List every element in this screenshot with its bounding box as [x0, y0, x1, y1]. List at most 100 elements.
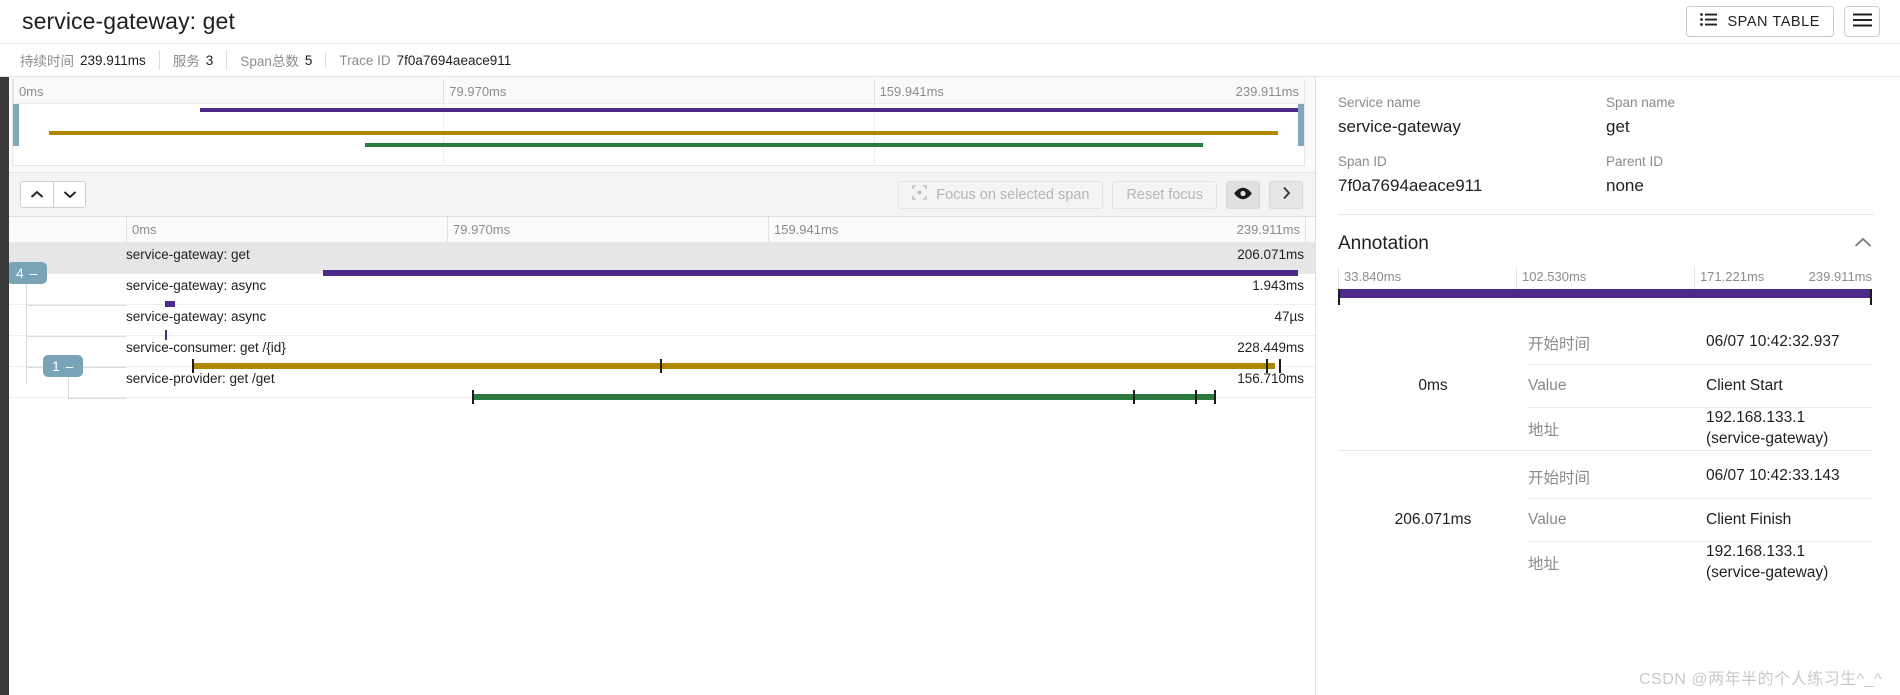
meta-services-value: 3 [205, 52, 214, 68]
span-depth-badge[interactable]: 1 – [43, 355, 84, 377]
tree-connector-horizontal [26, 336, 126, 337]
reset-focus-button[interactable]: Reset focus [1112, 180, 1217, 209]
annotation-entry-row: 地址 192.168.133.1 (service-gateway) [1528, 407, 1872, 450]
span-row[interactable]: service-gateway: async 1.943ms [0, 274, 1315, 307]
meta-total-spans: Span总数 5 [226, 50, 325, 70]
meta-services: 服务 3 [158, 50, 227, 70]
annotation-axis-tick-label: 171.221ms [1699, 269, 1765, 284]
focus-button-label: Focus on selected span [936, 186, 1090, 203]
span-name-field: Span name get [1606, 95, 1874, 137]
span-axis-tick: 239.911ms [1237, 217, 1306, 243]
span-timeline-axis: 0ms 79.970ms 159.941ms 239.911ms [0, 217, 1315, 243]
annotation-row-value: Client Finish [1706, 510, 1792, 528]
meta-trace-id-value: 7f0a7694aeace911 [396, 52, 512, 68]
annotation-row-key: Value [1528, 377, 1567, 394]
span-rows-container[interactable]: service-gateway: get 206.071ms 4 – service-… [0, 243, 1315, 695]
focus-on-selected-span-button[interactable]: Focus on selected span [898, 180, 1104, 209]
annotation-span-bar [1338, 289, 1872, 298]
span-table-button[interactable]: SPAN TABLE [1686, 6, 1834, 37]
minimap-tick-label: 0ms [19, 84, 44, 99]
annotation-axis-tick-label: 102.530ms [1521, 269, 1587, 284]
annotation-bar-end-cap [1870, 289, 1872, 305]
header-actions: SPAN TABLE [1686, 6, 1880, 37]
annotation-entry-row: Value Client Finish [1528, 498, 1872, 541]
span-row-duration: 228.449ms [1237, 340, 1304, 355]
page-header: service-gateway: get SPAN TABLE [0, 0, 1900, 44]
span-annotation-mark [1195, 390, 1198, 404]
annotation-entry-table: 开始时间 06/07 10:42:33.143 Value Client Finish… [1528, 455, 1872, 584]
toolbar-right-group: Focus on selected span Reset focus [898, 180, 1303, 209]
toggle-visibility-button[interactable] [1226, 180, 1260, 209]
minimap-canvas[interactable] [13, 104, 1304, 164]
annotation-row-value: 192.168.133.1 (service-gateway) [1706, 543, 1829, 581]
annotation-collapse-icon[interactable] [1854, 235, 1872, 253]
tree-connector-horizontal [26, 305, 126, 306]
annotation-entry-time: 0ms [1418, 376, 1448, 394]
span-row-label: service-provider: get /get [126, 371, 275, 386]
minimap-handle-left[interactable] [13, 104, 19, 146]
span-id-value: 7f0a7694aeace911 [1338, 176, 1483, 195]
annotation-entry-row: Value Client Start [1528, 364, 1872, 407]
span-row[interactable]: service-provider: get /get 156.710ms [0, 367, 1315, 404]
annotation-entry-row: 开始时间 06/07 10:42:33.143 [1528, 455, 1872, 498]
annotation-axis: 33.840ms 102.530ms 171.221ms 239.911ms [1338, 267, 1872, 289]
minimap[interactable]: 0ms 79.970ms 159.941ms 239.911ms [12, 79, 1305, 166]
span-axis-tick: 0ms [126, 217, 157, 243]
annotation-row-value: Client Start [1706, 376, 1783, 394]
span-axis-tick: 79.970ms [447, 217, 510, 243]
meta-duration-value: 239.911ms [80, 52, 146, 68]
root-span-bar [200, 108, 1304, 112]
reset-focus-label: Reset focus [1126, 186, 1203, 203]
span-annotation-mark [471, 390, 474, 404]
body-split: 0ms 79.970ms 159.941ms 239.911ms Focus o… [0, 77, 1900, 695]
annotation-axis-tick: 102.530ms [1515, 267, 1586, 289]
minimap-container[interactable]: 0ms 79.970ms 159.941ms 239.911ms [0, 77, 1315, 173]
hamburger-menu-icon [1852, 13, 1872, 30]
prev-span-button[interactable] [21, 182, 53, 207]
minimap-tick: 0ms [13, 79, 44, 104]
span-row[interactable]: service-gateway: async 47µs [0, 305, 1315, 340]
meta-duration-label: 持续时间 [20, 54, 74, 69]
span-axis-tick: 159.941ms [768, 217, 838, 243]
annotation-row-key: 开始时间 [1528, 469, 1591, 487]
annotation-row-value: 06/07 10:42:32.937 [1706, 333, 1840, 351]
minimap-handle-right[interactable] [1298, 104, 1304, 146]
parent-id-label: Parent ID [1606, 154, 1664, 169]
annotation-axis-tick: 33.840ms [1338, 267, 1401, 289]
span-row[interactable]: service-consumer: get /{id} 228.449ms 1 – [0, 336, 1315, 377]
annotation-row-value: 192.168.133.1 (service-gateway) [1706, 409, 1829, 447]
span-axis-tick-label: 159.941ms [774, 222, 839, 237]
span-depth-badge[interactable]: 4 – [7, 262, 48, 284]
span-row-duration: 1.943ms [1252, 278, 1304, 293]
annotation-row-value: 06/07 10:42:33.143 [1706, 467, 1840, 485]
next-span-button[interactable] [53, 182, 85, 207]
meta-services-label: 服务 [172, 54, 200, 69]
main-menu-button[interactable] [1844, 6, 1880, 37]
annotation-title: Annotation [1338, 233, 1429, 254]
service-name-label: Service name [1338, 95, 1421, 110]
span-id-grid: Span ID 7f0a7694aeace911 Parent ID none [1316, 137, 1900, 196]
watermark: CSDN @两年半的个人练习生^_^ [1639, 671, 1882, 688]
tree-connector-horizontal [68, 398, 126, 399]
annotation-header[interactable]: Annotation [1316, 215, 1900, 267]
span-table-label: SPAN TABLE [1727, 13, 1820, 30]
annotation-axis-tick: 171.221ms [1693, 267, 1764, 289]
annotation-entry-row: 开始时间 06/07 10:42:32.937 [1528, 321, 1872, 364]
span-row-bar [471, 394, 1216, 400]
timeline-toolbar: Focus on selected span Reset focus [0, 173, 1315, 217]
page-title: service-gateway: get [22, 8, 235, 34]
annotation-row-key: Value [1528, 511, 1567, 528]
span-annotation-mark [1132, 390, 1135, 404]
minimap-tick: 79.970ms [443, 79, 506, 104]
expand-panel-button[interactable] [1269, 180, 1303, 209]
minimap-tick-label: 79.970ms [449, 84, 507, 99]
span-id-field: Span ID 7f0a7694aeace911 [1338, 154, 1606, 196]
annotation-entry-time: 206.071ms [1394, 510, 1472, 528]
annotation-entry-table: 开始时间 06/07 10:42:32.937 Value Client Start 地… [1528, 321, 1872, 450]
span-name-value: get [1606, 117, 1630, 136]
meta-trace-id-label: Trace ID [339, 52, 391, 68]
meta-total-spans-label: Span总数 [240, 54, 299, 69]
annotation-entry-row: 地址 192.168.133.1 (service-gateway) [1528, 541, 1872, 584]
span-row[interactable]: service-gateway: get 206.071ms 4 – [0, 243, 1315, 284]
span-row-duration: 156.710ms [1237, 371, 1304, 386]
